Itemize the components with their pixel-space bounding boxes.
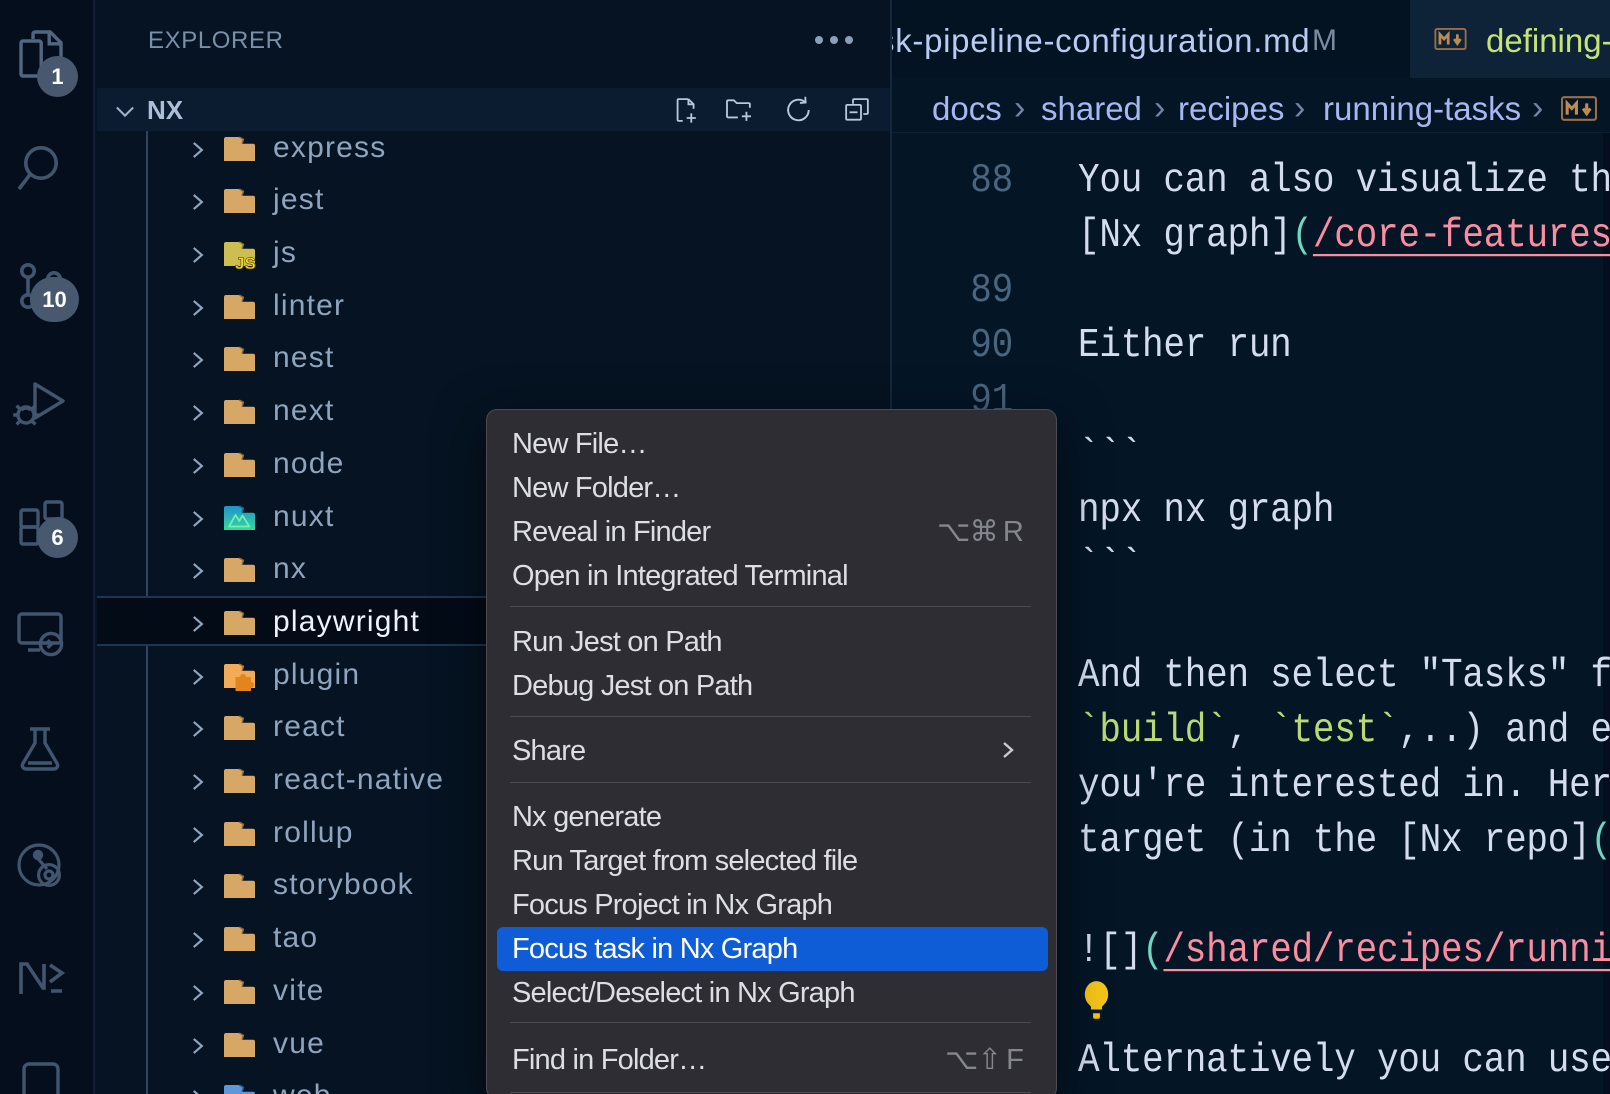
- svg-text:JS: JS: [235, 254, 256, 269]
